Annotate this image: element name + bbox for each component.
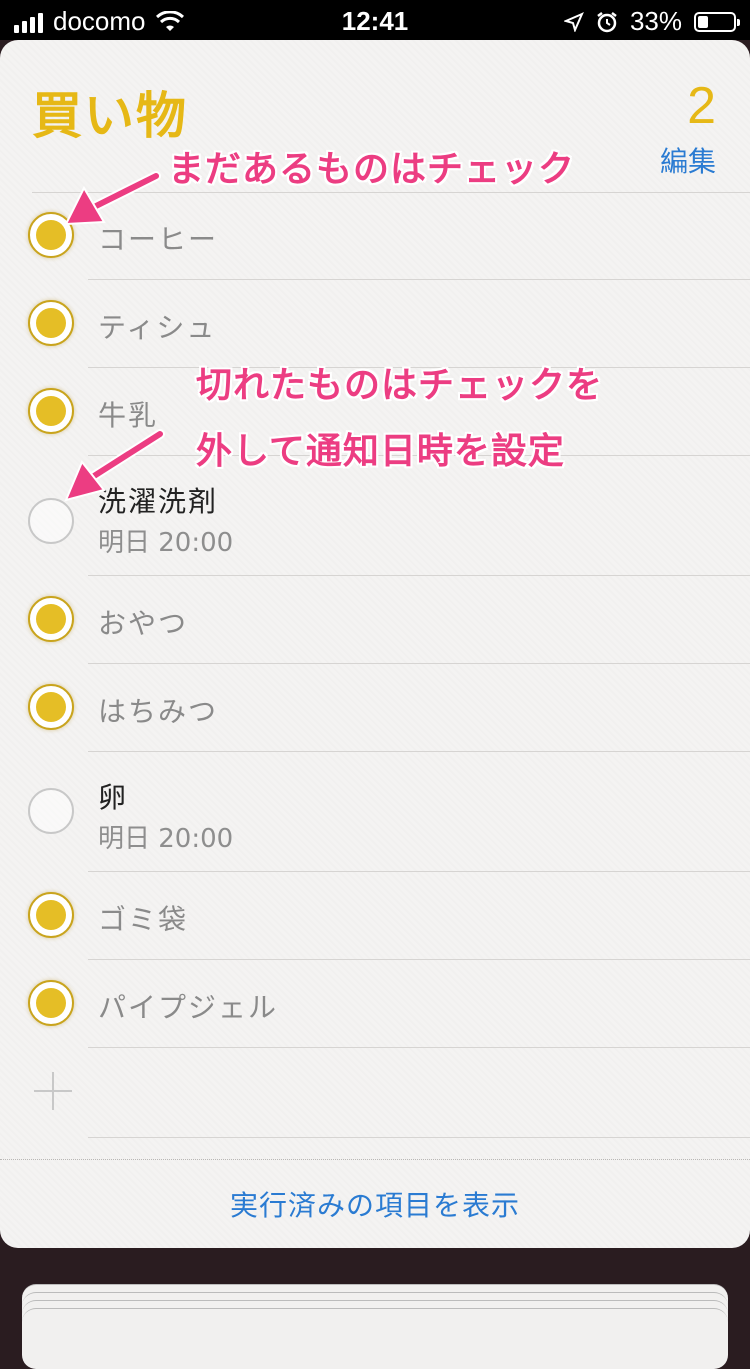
- annotation-top: まだあるものはチェック: [168, 149, 576, 190]
- item-due-date: 明日 20:00: [98, 528, 234, 558]
- item-label: パイプジェル: [98, 991, 279, 1024]
- add-item-row[interactable]: [0, 1048, 750, 1138]
- status-bar: docomo 12:41 33%: [0, 0, 750, 40]
- battery-percent: 33%: [629, 6, 682, 36]
- status-right: 33%: [563, 6, 740, 37]
- list-item[interactable]: ティシュ: [0, 280, 750, 368]
- annotation-middle-line2: 外して通知日時を設定: [196, 431, 565, 472]
- checkbox-checked-icon[interactable]: [28, 684, 74, 730]
- item-label: 卵: [98, 781, 129, 814]
- reminder-list: コーヒー ティシュ 牛乳 洗濯洗剤 明日 20:00 おやつ はちみつ 卵 明日…: [0, 192, 750, 1138]
- checkbox-unchecked-icon[interactable]: [28, 498, 74, 544]
- reminders-card: 買い物 2 編集 コーヒー ティシュ 牛乳 洗濯洗剤 明日 20:00 おやつ: [0, 40, 750, 1248]
- plus-icon[interactable]: [34, 1072, 72, 1110]
- checkbox-checked-icon[interactable]: [28, 388, 74, 434]
- list-item[interactable]: ゴミ袋: [0, 872, 750, 960]
- annotation-middle-line1: 切れたものはチェックを: [196, 365, 604, 406]
- item-count: 2: [687, 77, 716, 135]
- checkbox-checked-icon[interactable]: [28, 980, 74, 1026]
- item-label: おやつ: [98, 607, 189, 640]
- checkbox-checked-icon[interactable]: [28, 212, 74, 258]
- battery-icon: [694, 11, 740, 32]
- list-item[interactable]: おやつ: [0, 576, 750, 664]
- item-label: コーヒー: [98, 223, 219, 256]
- checkbox-checked-icon[interactable]: [28, 596, 74, 642]
- checkbox-checked-icon[interactable]: [28, 300, 74, 346]
- checkbox-checked-icon[interactable]: [28, 892, 74, 938]
- list-item[interactable]: パイプジェル: [0, 960, 750, 1048]
- stacked-list-card[interactable]: [22, 1308, 728, 1369]
- list-item[interactable]: 洗濯洗剤 明日 20:00: [0, 456, 750, 576]
- checkbox-unchecked-icon[interactable]: [28, 788, 74, 834]
- item-label: ゴミ袋: [98, 903, 189, 936]
- item-due-date: 明日 20:00: [98, 824, 234, 854]
- list-item[interactable]: コーヒー: [0, 192, 750, 280]
- list-item[interactable]: はちみつ: [0, 664, 750, 752]
- item-label: ティシュ: [98, 311, 217, 344]
- edit-button[interactable]: 編集: [660, 140, 716, 180]
- item-label: はちみつ: [98, 695, 219, 728]
- item-label: 牛乳: [98, 399, 159, 432]
- show-completed-button[interactable]: 実行済みの項目を表示: [0, 1184, 750, 1224]
- list-item[interactable]: 卵 明日 20:00: [0, 752, 750, 872]
- alarm-icon: [597, 11, 617, 32]
- item-label: 洗濯洗剤: [98, 485, 219, 518]
- footer-divider: [0, 1159, 750, 1160]
- location-arrow-icon: [563, 11, 584, 32]
- list-title: 買い物: [32, 87, 188, 145]
